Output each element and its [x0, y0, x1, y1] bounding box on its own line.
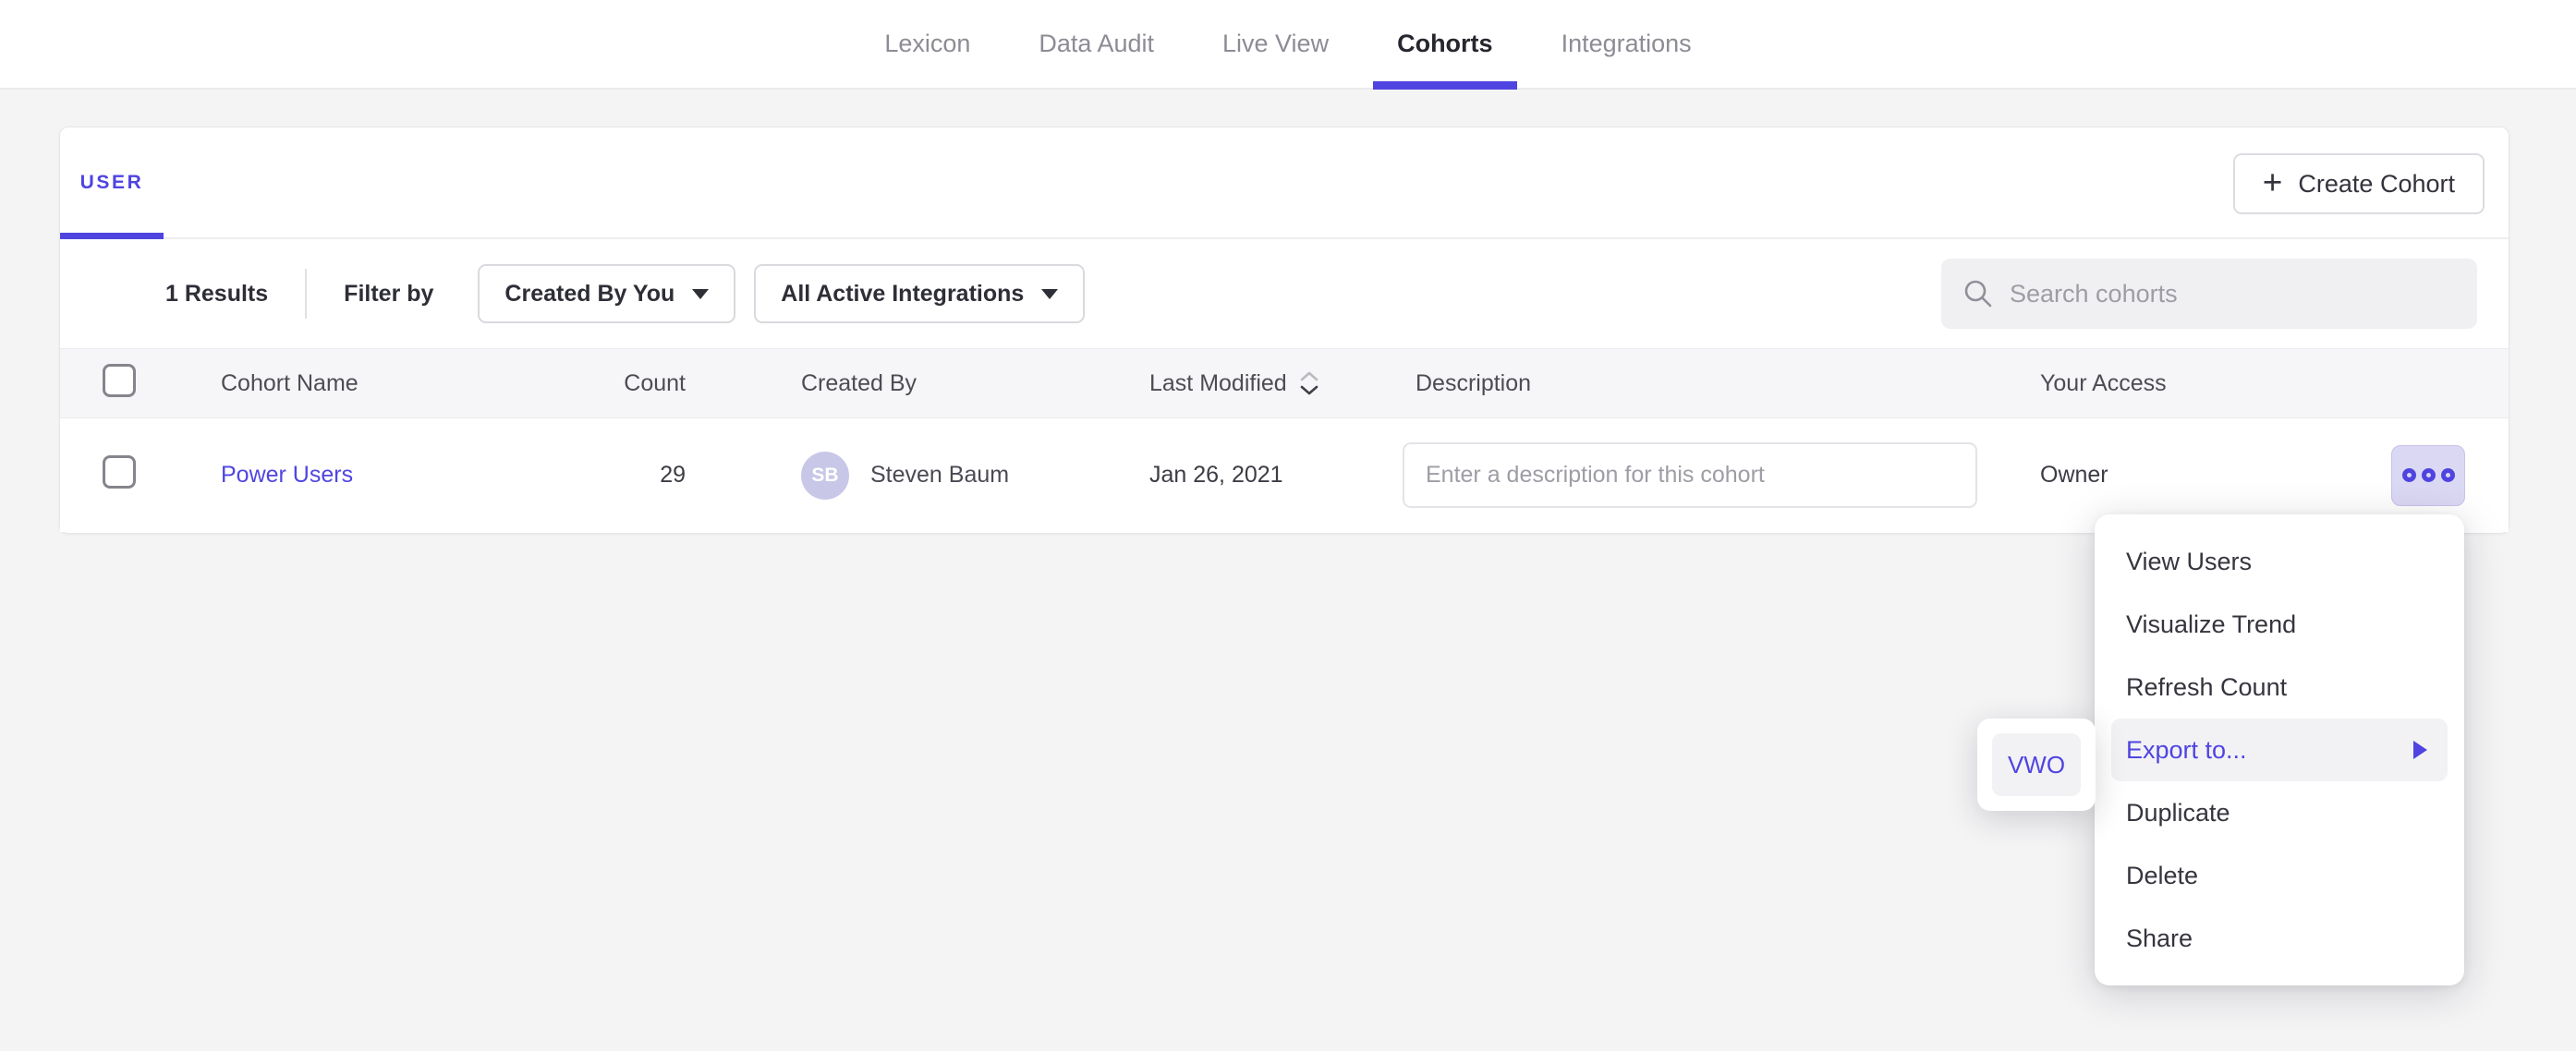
menu-item-visualize-trend[interactable]: Visualize Trend [2095, 593, 2464, 656]
filter-bar: 1 Results Filter by Created By You All A… [60, 239, 2509, 348]
plus-icon: + [2263, 165, 2283, 199]
tab-user-label: USER [80, 172, 144, 194]
created-by-cell: SB Steven Baum [686, 452, 1149, 500]
row-context-menu: View Users Visualize Trend Refresh Count… [2095, 514, 2464, 985]
submenu-item-label: VWO [2008, 751, 2065, 779]
avatar: SB [801, 452, 849, 500]
row-actions-cell [2391, 445, 2509, 506]
top-nav: Lexicon Data Audit Live View Cohorts Int… [0, 0, 2576, 90]
menu-item-label: Visualize Trend [2126, 610, 2296, 639]
search-icon [1962, 278, 1994, 309]
more-icon [2402, 468, 2416, 482]
sort-icon [1299, 369, 1319, 397]
panel-tabbar: USER + Create Cohort [60, 127, 2509, 239]
integrations-filter-dropdown[interactable]: All Active Integrations [754, 264, 1085, 323]
header-last-modified[interactable]: Last Modified [1149, 369, 1403, 397]
nav-item-lexicon[interactable]: Lexicon [860, 0, 994, 88]
export-submenu: VWO [1977, 719, 2096, 811]
row-checkbox[interactable] [103, 455, 136, 489]
menu-item-label: Duplicate [2126, 799, 2230, 828]
created-by-filter-label: Created By You [504, 281, 674, 308]
nav-item-label: Integrations [1561, 30, 1692, 58]
cohort-name-cell: Power Users [221, 462, 617, 489]
menu-item-export-to[interactable]: Export to... [2111, 719, 2448, 781]
header-checkbox-cell [60, 364, 221, 404]
create-cohort-label: Create Cohort [2298, 170, 2455, 199]
header-last-modified-label: Last Modified [1149, 370, 1287, 397]
nav-item-label: Data Audit [1039, 30, 1154, 58]
submenu-item-vwo[interactable]: VWO [1992, 733, 2081, 796]
menu-item-delete[interactable]: Delete [2095, 844, 2464, 907]
menu-item-duplicate[interactable]: Duplicate [2095, 781, 2464, 844]
chevron-down-icon [1041, 289, 1058, 299]
row-checkbox-cell [60, 455, 221, 495]
menu-item-view-users[interactable]: View Users [2095, 530, 2464, 593]
your-access-cell: Owner [2040, 462, 2391, 489]
nav-item-label: Cohorts [1397, 30, 1493, 58]
integrations-filter-label: All Active Integrations [781, 281, 1024, 308]
menu-item-label: Export to... [2126, 736, 2247, 765]
menu-item-label: View Users [2126, 548, 2252, 576]
nav-item-label: Lexicon [884, 30, 970, 58]
cohort-name-link[interactable]: Power Users [221, 462, 353, 488]
results-count: 1 Results [165, 281, 268, 308]
row-more-actions-button[interactable] [2391, 445, 2465, 506]
nav-tabs: Lexicon Data Audit Live View Cohorts Int… [860, 0, 1715, 88]
submenu-arrow-icon [2413, 741, 2427, 759]
nav-item-live-view[interactable]: Live View [1198, 0, 1353, 88]
header-count: Count [617, 370, 686, 397]
menu-item-refresh-count[interactable]: Refresh Count [2095, 656, 2464, 719]
description-cell [1403, 442, 2040, 508]
menu-item-label: Refresh Count [2126, 673, 2287, 702]
chevron-down-icon [692, 289, 709, 299]
header-cohort-name: Cohort Name [221, 370, 617, 397]
nav-item-label: Live View [1222, 30, 1329, 58]
more-icon [2441, 468, 2455, 482]
cohort-count: 29 [617, 462, 686, 489]
menu-item-label: Delete [2126, 862, 2198, 890]
filter-by-label: Filter by [344, 281, 433, 308]
tab-user[interactable]: USER [60, 127, 164, 237]
search-cohorts-box [1941, 259, 2477, 329]
nav-item-integrations[interactable]: Integrations [1537, 0, 1716, 88]
cohorts-panel: USER + Create Cohort 1 Results Filter by… [59, 127, 2509, 534]
cohorts-screen: Lexicon Data Audit Live View Cohorts Int… [0, 0, 2576, 1051]
table-header-row: Cohort Name Count Created By Last Modifi… [60, 348, 2509, 418]
create-cohort-button[interactable]: + Create Cohort [2233, 153, 2485, 214]
header-your-access: Your Access [2040, 370, 2391, 397]
nav-item-data-audit[interactable]: Data Audit [1015, 0, 1178, 88]
last-modified-cell: Jan 26, 2021 [1149, 462, 1403, 489]
created-by-filter-dropdown[interactable]: Created By You [478, 264, 735, 323]
search-input[interactable] [2010, 280, 2456, 308]
more-icon [2422, 468, 2436, 482]
menu-item-share[interactable]: Share [2095, 907, 2464, 970]
nav-item-cohorts[interactable]: Cohorts [1373, 0, 1517, 88]
description-input[interactable] [1403, 442, 1977, 508]
header-created-by: Created By [686, 370, 1149, 397]
menu-item-label: Share [2126, 924, 2193, 953]
divider [305, 269, 307, 319]
created-by-name: Steven Baum [870, 462, 1009, 489]
header-description: Description [1403, 370, 2040, 397]
select-all-checkbox[interactable] [103, 364, 136, 397]
